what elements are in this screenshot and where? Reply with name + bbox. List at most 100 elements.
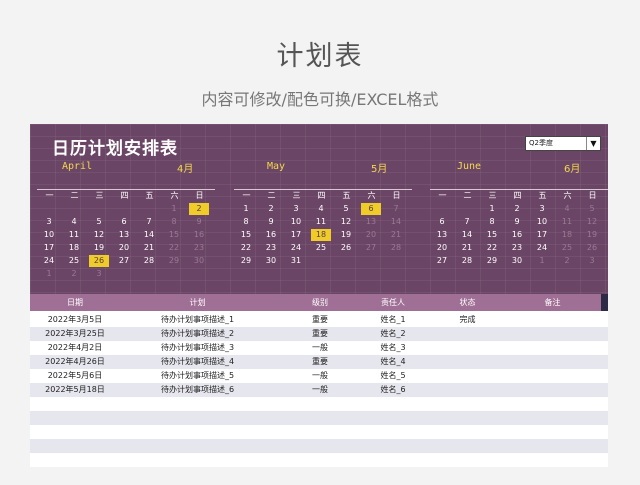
- calendar-day[interactable]: 7: [457, 216, 477, 228]
- calendar-day[interactable]: 2: [557, 255, 577, 267]
- calendar-day[interactable]: 21: [386, 229, 406, 241]
- cell-date[interactable]: 2022年3月5日: [40, 313, 110, 327]
- calendar-day[interactable]: 24: [39, 255, 59, 267]
- calendar-day[interactable]: 6: [114, 216, 134, 228]
- calendar-day[interactable]: 26: [89, 255, 109, 267]
- cell-owner[interactable]: 姓名_6: [368, 383, 418, 397]
- calendar-day[interactable]: 22: [236, 242, 256, 254]
- calendar-day[interactable]: 28: [139, 255, 159, 267]
- cell-date[interactable]: 2022年3月25日: [40, 327, 110, 341]
- calendar-day[interactable]: 31: [286, 255, 306, 267]
- calendar-day[interactable]: 17: [532, 229, 552, 241]
- table-row[interactable]: 2022年5月18日 待办计划事项描述_6 一般 姓名_6: [30, 383, 608, 397]
- calendar-day[interactable]: 28: [386, 242, 406, 254]
- calendar-day[interactable]: 11: [64, 229, 84, 241]
- calendar-day[interactable]: 9: [189, 216, 209, 228]
- calendar-day[interactable]: 12: [89, 229, 109, 241]
- calendar-day[interactable]: 28: [457, 255, 477, 267]
- calendar-day[interactable]: 23: [507, 242, 527, 254]
- calendar-day[interactable]: 17: [286, 229, 306, 241]
- cell-status[interactable]: 完成: [445, 313, 490, 327]
- calendar-day[interactable]: 2: [507, 203, 527, 215]
- calendar-day[interactable]: 30: [261, 255, 281, 267]
- calendar-day[interactable]: 18: [557, 229, 577, 241]
- calendar-day[interactable]: 16: [189, 229, 209, 241]
- calendar-day[interactable]: 16: [507, 229, 527, 241]
- cell-plan[interactable]: 待办计划事项描述_2: [140, 327, 255, 341]
- cell-date[interactable]: 2022年4月2日: [40, 341, 110, 355]
- calendar-day[interactable]: 3: [532, 203, 552, 215]
- calendar-day[interactable]: 23: [189, 242, 209, 254]
- table-row[interactable]: [30, 411, 608, 425]
- calendar-day[interactable]: 16: [261, 229, 281, 241]
- calendar-day[interactable]: 30: [507, 255, 527, 267]
- calendar-day[interactable]: 13: [114, 229, 134, 241]
- table-row[interactable]: [30, 439, 608, 453]
- cell-owner[interactable]: 姓名_1: [368, 313, 418, 327]
- calendar-day[interactable]: 25: [557, 242, 577, 254]
- chevron-down-icon[interactable]: ▼: [586, 137, 600, 150]
- calendar-day[interactable]: 4: [64, 216, 84, 228]
- table-row[interactable]: 2022年5月6日 待办计划事项描述_5 一般 姓名_5: [30, 369, 608, 383]
- calendar-day[interactable]: 3: [582, 255, 602, 267]
- calendar-day[interactable]: 1: [164, 203, 184, 215]
- calendar-day[interactable]: 24: [286, 242, 306, 254]
- calendar-day[interactable]: 29: [236, 255, 256, 267]
- calendar-day[interactable]: 4: [557, 203, 577, 215]
- calendar-day[interactable]: 11: [557, 216, 577, 228]
- table-row[interactable]: 2022年4月26日 待办计划事项描述_4 重要 姓名_4: [30, 355, 608, 369]
- calendar-day[interactable]: 4: [311, 203, 331, 215]
- calendar-day[interactable]: 20: [361, 229, 381, 241]
- calendar-day[interactable]: 22: [482, 242, 502, 254]
- cell-level[interactable]: 重要: [300, 313, 340, 327]
- cell-owner[interactable]: 姓名_2: [368, 327, 418, 341]
- calendar-day[interactable]: 18: [64, 242, 84, 254]
- calendar-day[interactable]: 5: [336, 203, 356, 215]
- calendar-day[interactable]: 20: [114, 242, 134, 254]
- calendar-day[interactable]: 9: [507, 216, 527, 228]
- calendar-day[interactable]: 21: [139, 242, 159, 254]
- table-row[interactable]: 2022年3月25日 待办计划事项描述_2 重要 姓名_2: [30, 327, 608, 341]
- calendar-day[interactable]: 2: [189, 203, 209, 215]
- cell-owner[interactable]: 姓名_4: [368, 355, 418, 369]
- calendar-day[interactable]: 30: [189, 255, 209, 267]
- calendar-day[interactable]: 15: [482, 229, 502, 241]
- calendar-day[interactable]: 1: [39, 268, 59, 280]
- table-row[interactable]: [30, 397, 608, 411]
- calendar-day[interactable]: 3: [89, 268, 109, 280]
- calendar-day[interactable]: 6: [361, 203, 381, 215]
- calendar-day[interactable]: 5: [89, 216, 109, 228]
- table-row[interactable]: [30, 453, 608, 467]
- cell-level[interactable]: 重要: [300, 327, 340, 341]
- calendar-day[interactable]: 18: [311, 229, 331, 241]
- table-row[interactable]: [30, 425, 608, 439]
- cell-plan[interactable]: 待办计划事项描述_3: [140, 341, 255, 355]
- calendar-day[interactable]: 7: [139, 216, 159, 228]
- table-row[interactable]: 2022年3月5日 待办计划事项描述_1 重要 姓名_1 完成: [30, 313, 608, 327]
- calendar-day[interactable]: 15: [164, 229, 184, 241]
- calendar-day[interactable]: 1: [482, 203, 502, 215]
- cell-level[interactable]: 重要: [300, 355, 340, 369]
- calendar-day[interactable]: 27: [361, 242, 381, 254]
- calendar-day[interactable]: 11: [311, 216, 331, 228]
- cell-date[interactable]: 2022年5月18日: [40, 383, 110, 397]
- calendar-day[interactable]: 15: [236, 229, 256, 241]
- calendar-day[interactable]: 7: [386, 203, 406, 215]
- cell-owner[interactable]: 姓名_3: [368, 341, 418, 355]
- cell-date[interactable]: 2022年4月26日: [40, 355, 110, 369]
- calendar-day[interactable]: 6: [432, 216, 452, 228]
- cell-level[interactable]: 一般: [300, 383, 340, 397]
- calendar-day[interactable]: 25: [64, 255, 84, 267]
- quarter-select[interactable]: Q2季度 ▼: [525, 136, 601, 151]
- cell-date[interactable]: 2022年5月6日: [40, 369, 110, 383]
- cell-plan[interactable]: 待办计划事项描述_1: [140, 313, 255, 327]
- calendar-day[interactable]: 26: [582, 242, 602, 254]
- calendar-day[interactable]: 8: [236, 216, 256, 228]
- calendar-day[interactable]: 26: [336, 242, 356, 254]
- calendar-day[interactable]: 19: [336, 229, 356, 241]
- calendar-day[interactable]: 14: [386, 216, 406, 228]
- calendar-day[interactable]: 29: [164, 255, 184, 267]
- calendar-day[interactable]: 10: [39, 229, 59, 241]
- calendar-day[interactable]: 3: [39, 216, 59, 228]
- cell-plan[interactable]: 待办计划事项描述_5: [140, 369, 255, 383]
